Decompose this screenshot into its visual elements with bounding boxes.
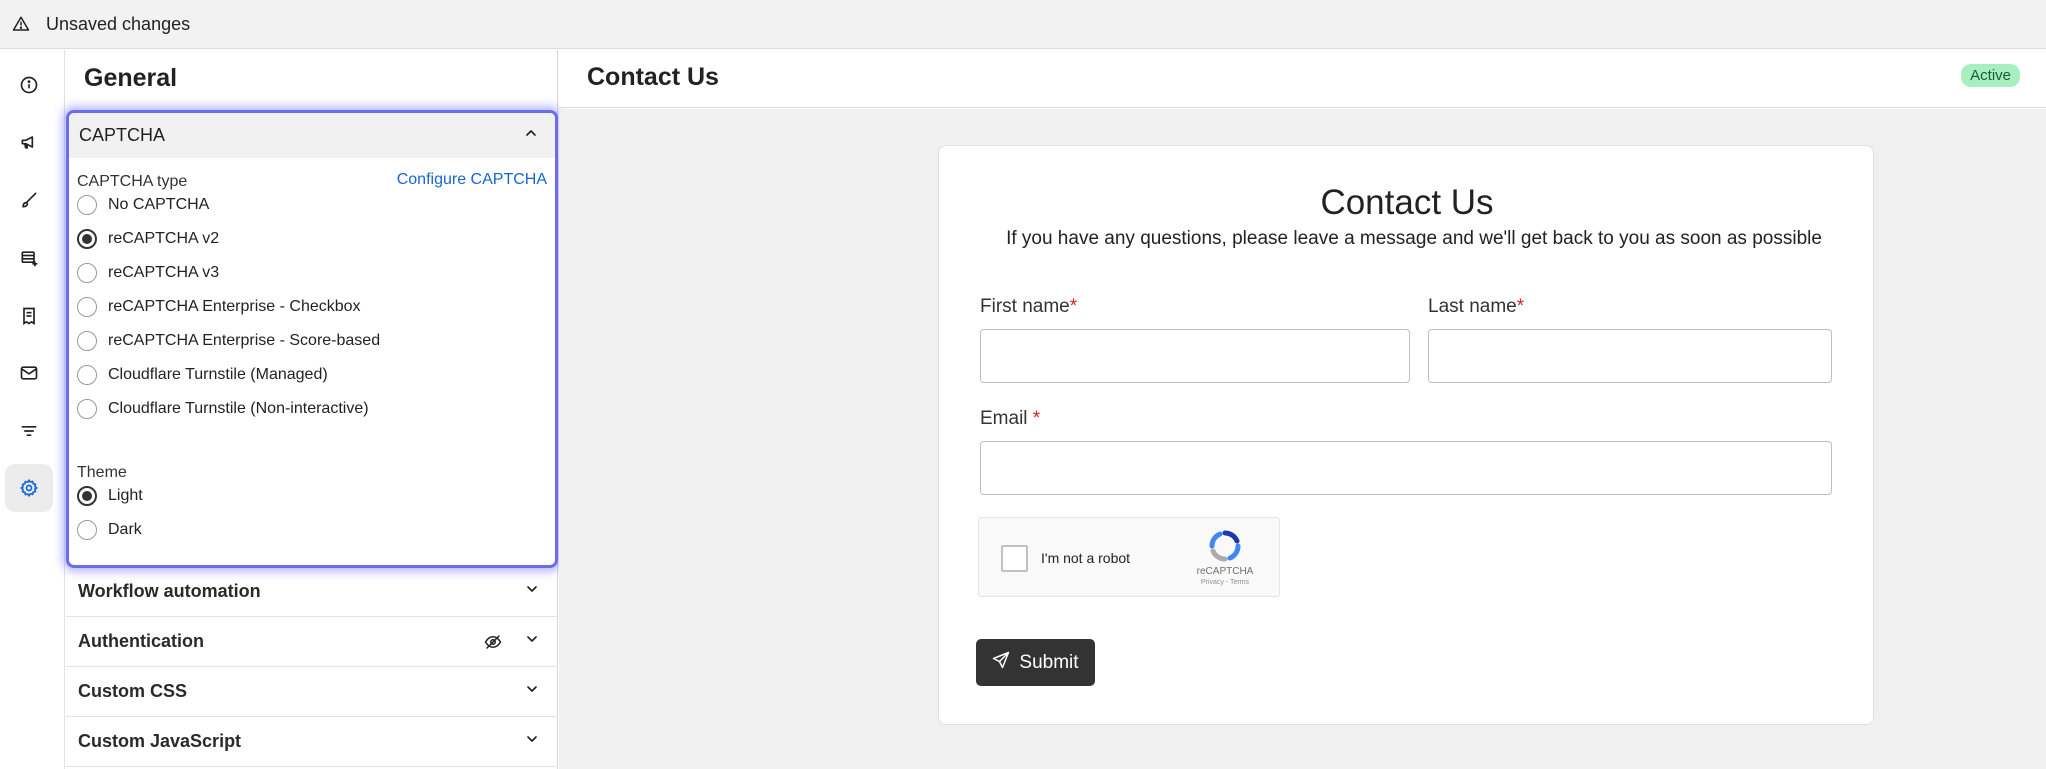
radio-button[interactable] [77,297,97,317]
radio-label: reCAPTCHA Enterprise - Score-based [108,332,381,349]
accordion-label: Authentication [78,631,204,651]
radio-label: reCAPTCHA Enterprise - Checkbox [108,298,361,315]
required-marker: * [1069,296,1078,317]
accordion-authentication[interactable]: Authentication [66,617,558,667]
mail-icon[interactable] [5,349,53,397]
unsaved-changes-banner: Unsaved changes [0,0,2046,49]
email-input[interactable] [980,441,1832,495]
recaptcha-terms-links[interactable]: Privacy - Terms [1187,579,1263,586]
brush-icon[interactable] [5,176,53,224]
radio-button[interactable] [77,263,97,283]
form-title: Contact Us [1320,183,1494,222]
radio-turnstile-non-interactive[interactable]: Cloudflare Turnstile (Non-interactive) [77,399,369,419]
main-header: Contact Us Active [559,50,2046,108]
radio-recaptcha-enterprise-score[interactable]: reCAPTCHA Enterprise - Score-based [77,331,380,351]
unsaved-changes-text: Unsaved changes [46,13,191,34]
submit-label: Submit [1019,651,1079,673]
recaptcha-brand-text: reCAPTCHA [1196,566,1254,577]
first-name-label: First name* [980,296,1078,317]
first-name-input[interactable] [980,329,1410,383]
send-icon [992,651,1019,675]
chevron-up-icon [523,125,539,146]
radio-label: Dark [108,521,142,538]
eye-off-icon [484,633,502,651]
chevron-down-icon [524,681,540,702]
configure-captcha-link[interactable]: Configure CAPTCHA [397,171,547,189]
accordion-label: Workflow automation [78,581,261,601]
radio-recaptcha-v3[interactable]: reCAPTCHA v3 [77,263,219,283]
chevron-down-icon [524,631,540,652]
form-subtitle: If you have any questions, please leave … [1006,228,1822,249]
panel-title: General [84,64,178,92]
radio-label: Light [108,487,143,504]
radio-label: reCAPTCHA v2 [108,230,220,247]
filter-icon[interactable] [5,407,53,455]
radio-button[interactable] [77,195,97,215]
theme-label: Theme [77,464,127,481]
info-icon[interactable] [5,61,53,109]
radio-button[interactable] [77,365,97,385]
captcha-section-title: CAPTCHA [79,125,166,145]
radio-button-selected[interactable] [77,486,97,506]
submit-button[interactable]: Submit [976,639,1095,686]
receipt-icon[interactable] [5,292,53,340]
last-name-label: Last name* [1428,296,1525,317]
recaptcha-logo-icon [1207,528,1243,564]
radio-button[interactable] [77,520,97,540]
captcha-section: CAPTCHA CAPTCHA type Configure CAPTCHA N… [66,110,558,568]
required-marker: * [1516,296,1525,317]
warning-triangle-icon [12,15,30,33]
settings-panel: General CAPTCHA CAPTCHA type Configure C… [66,50,558,769]
radio-label: Cloudflare Turnstile (Non-interactive) [108,400,369,417]
icon-rail [0,50,65,769]
add-table-icon[interactable] [5,234,53,282]
radio-button[interactable] [77,399,97,419]
radio-recaptcha-enterprise-checkbox[interactable]: reCAPTCHA Enterprise - Checkbox [77,297,361,317]
radio-label: No CAPTCHA [108,196,210,213]
gear-icon[interactable] [5,464,53,512]
accordion-custom-css[interactable]: Custom CSS [66,667,558,717]
required-marker: * [1032,408,1041,429]
accordion-label: Custom CSS [78,681,188,701]
radio-label: Cloudflare Turnstile (Managed) [108,366,328,383]
captcha-section-header[interactable]: CAPTCHA [69,113,555,158]
radio-no-captcha[interactable]: No CAPTCHA [77,195,209,215]
radio-recaptcha-v2[interactable]: reCAPTCHA v2 [77,229,219,249]
captcha-type-label: CAPTCHA type [77,173,188,190]
recaptcha-checkbox[interactable] [1001,545,1028,572]
last-name-input[interactable] [1428,329,1832,383]
recaptcha-widget: I'm not a robot reCAPTCHA Privacy - Term… [978,517,1280,597]
form-name-title: Contact Us [587,63,719,91]
radio-button[interactable] [77,331,97,351]
accordion-custom-javascript[interactable]: Custom JavaScript [66,717,558,767]
chevron-down-icon [524,731,540,752]
recaptcha-label: I'm not a robot [1041,550,1131,566]
accordion-workflow-automation[interactable]: Workflow automation [66,567,558,617]
radio-button-selected[interactable] [77,229,97,249]
radio-theme-dark[interactable]: Dark [77,520,142,540]
status-badge: Active [1961,64,2020,87]
email-label: Email * [980,408,1041,429]
form-preview-card: Contact Us If you have any questions, pl… [938,145,1874,725]
chevron-down-icon [524,581,540,602]
radio-turnstile-managed[interactable]: Cloudflare Turnstile (Managed) [77,365,328,385]
radio-label: reCAPTCHA v3 [108,264,220,281]
radio-theme-light[interactable]: Light [77,486,143,506]
megaphone-icon[interactable] [5,118,53,166]
accordion-label: Custom JavaScript [78,731,242,751]
